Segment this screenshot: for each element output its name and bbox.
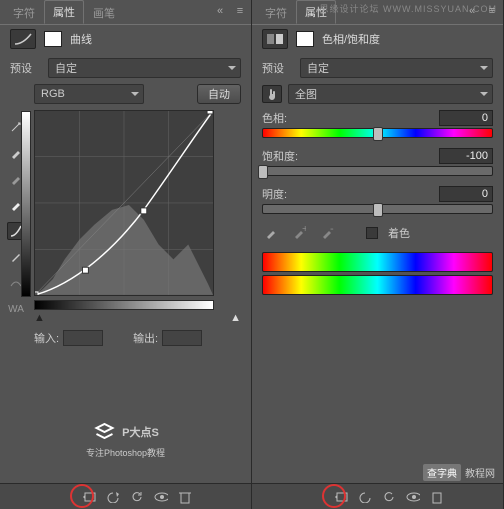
curves-graph[interactable] bbox=[34, 110, 214, 296]
visibility-icon[interactable] bbox=[406, 490, 420, 504]
visibility-icon[interactable] bbox=[154, 490, 168, 504]
hue-sat-adjustment-icon bbox=[262, 29, 288, 49]
eyedropper-subtract-icon[interactable]: - bbox=[318, 224, 336, 242]
colorize-checkbox[interactable] bbox=[366, 227, 378, 239]
saturation-label: 饱和度: bbox=[262, 148, 298, 164]
watermark-logo: P大点S 专注Photoshop教程 bbox=[86, 420, 165, 459]
tab-brush[interactable]: 画笔 bbox=[84, 1, 124, 24]
mask-thumbnail[interactable] bbox=[296, 31, 314, 47]
reset-icon[interactable] bbox=[130, 490, 144, 504]
lightness-label: 明度: bbox=[262, 186, 287, 202]
preset-select[interactable]: 自定 bbox=[48, 58, 241, 78]
saturation-field[interactable]: -100 bbox=[439, 148, 493, 164]
input-field[interactable] bbox=[63, 330, 103, 346]
white-point-slider[interactable]: ▲ bbox=[230, 312, 241, 324]
input-label: 输入: bbox=[34, 330, 59, 346]
mask-thumbnail[interactable] bbox=[44, 31, 62, 47]
hue-label: 色相: bbox=[262, 110, 287, 126]
panel-title: 曲线 bbox=[70, 31, 92, 47]
wa-icon: WA bbox=[7, 300, 25, 318]
tab-character[interactable]: 字符 bbox=[256, 1, 296, 24]
view-previous-icon[interactable] bbox=[358, 490, 372, 504]
curves-adjustment-icon bbox=[10, 29, 36, 49]
auto-button[interactable]: 自动 bbox=[197, 84, 241, 104]
output-field[interactable] bbox=[162, 330, 202, 346]
clip-to-layer-icon[interactable] bbox=[334, 490, 348, 504]
spectrum-bar-top bbox=[262, 252, 493, 272]
lightness-slider[interactable] bbox=[262, 204, 493, 214]
preset-label: 预设 bbox=[10, 60, 42, 76]
lightness-field[interactable]: 0 bbox=[439, 186, 493, 202]
svg-text:-: - bbox=[330, 226, 334, 235]
input-gradient bbox=[34, 300, 214, 310]
output-label: 输出: bbox=[133, 330, 158, 346]
color-range-select[interactable]: 全图 bbox=[288, 84, 493, 104]
hue-slider[interactable] bbox=[262, 128, 493, 138]
black-point-slider[interactable]: ▲ bbox=[34, 312, 45, 324]
trash-icon[interactable] bbox=[430, 490, 444, 504]
output-gradient bbox=[21, 111, 31, 297]
colorize-label: 着色 bbox=[388, 225, 410, 241]
watermark-bottom: 查字典教程网 bbox=[423, 464, 495, 481]
preset-select[interactable]: 自定 bbox=[300, 58, 493, 78]
panel-menu-icon[interactable]: ≡ bbox=[233, 4, 247, 18]
tab-character[interactable]: 字符 bbox=[4, 1, 44, 24]
tab-properties[interactable]: 属性 bbox=[44, 0, 84, 24]
channel-select[interactable]: RGB bbox=[34, 84, 144, 104]
collapse-icon[interactable]: « bbox=[213, 4, 227, 18]
svg-text:+: + bbox=[302, 226, 306, 235]
panel-title: 色相/饱和度 bbox=[322, 31, 380, 47]
spectrum-bar-bottom bbox=[262, 275, 493, 295]
saturation-slider[interactable] bbox=[262, 166, 493, 176]
view-previous-icon[interactable] bbox=[106, 490, 120, 504]
hue-field[interactable]: 0 bbox=[439, 110, 493, 126]
collapse-icon[interactable]: « bbox=[465, 4, 479, 18]
eyedropper-add-icon[interactable]: + bbox=[290, 224, 308, 242]
eyedropper-icon[interactable] bbox=[262, 224, 280, 242]
targeted-adjust-icon[interactable] bbox=[262, 85, 282, 103]
panel-menu-icon[interactable]: ≡ bbox=[485, 4, 499, 18]
preset-label: 预设 bbox=[262, 60, 294, 76]
reset-icon[interactable] bbox=[382, 490, 396, 504]
clip-to-layer-icon[interactable] bbox=[82, 490, 96, 504]
trash-icon[interactable] bbox=[178, 490, 192, 504]
